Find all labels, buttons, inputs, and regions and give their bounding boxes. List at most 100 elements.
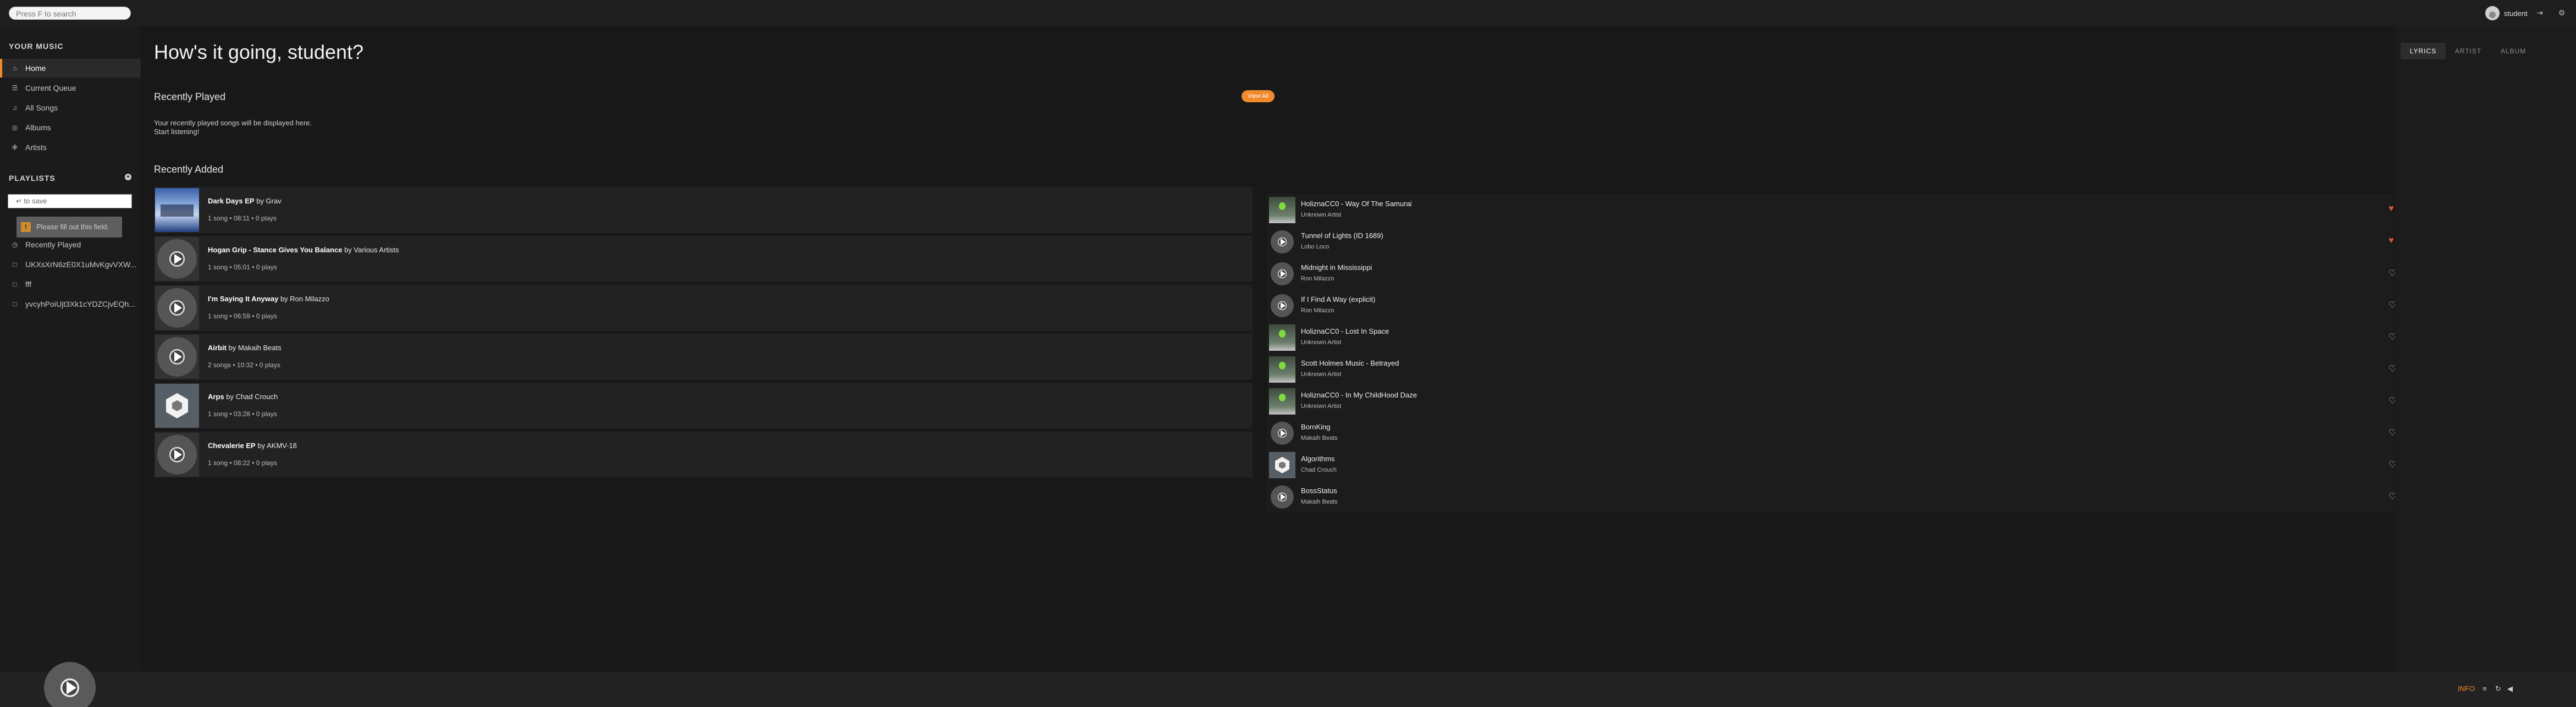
by-label: by — [256, 197, 264, 205]
volume-icon[interactable]: ◀ — [2507, 684, 2513, 693]
album-meta: 1 song • 06:59 • 0 plays — [208, 312, 277, 320]
clock-icon: ◷ — [12, 241, 18, 248]
playlist-item[interactable]: □ yvcyhPoiUjt3Xk1cYDZCjvEQh... — [0, 295, 141, 313]
playlist-item[interactable]: □ fff — [0, 275, 141, 294]
album-cover[interactable] — [155, 237, 199, 281]
sidebar-item-label: Albums — [25, 123, 51, 132]
album-name[interactable]: Hogan Grip - Stance Gives You Balance — [208, 246, 342, 254]
album-name[interactable]: Airbit — [208, 344, 227, 352]
disc-icon — [157, 435, 197, 474]
queue-icon: ☰ — [12, 84, 18, 92]
song-item[interactable]: BossStatus Makaih Beats ♡ — [1267, 481, 2396, 513]
playlist-item[interactable]: □ UKXsXrN6zE0X1uMvKgvVXW... — [0, 255, 141, 274]
album-card[interactable]: Chevalerie EP by AKMV-18 1 song • 08:22 … — [154, 432, 1253, 478]
album-cover[interactable] — [155, 286, 199, 330]
home-icon: ⌂ — [13, 64, 17, 72]
by-label: by — [226, 393, 234, 401]
equalizer-icon[interactable]: ≡ — [2483, 684, 2487, 693]
song-item[interactable]: HoliznaCC0 - Lost In Space Unknown Artis… — [1267, 322, 2396, 354]
song-item[interactable]: If I Find A Way (explicit) Ron Milazzo ♡ — [1267, 290, 2396, 322]
song-artist[interactable]: Ron Milazzo — [1301, 275, 1334, 282]
song-artist[interactable]: Makaih Beats — [1301, 499, 1338, 505]
album-card[interactable]: Hogan Grip - Stance Gives You Balance by… — [154, 236, 1253, 282]
add-playlist-button[interactable]: + — [125, 174, 131, 180]
song-artist[interactable]: Unknown Artist — [1301, 212, 1341, 218]
heart-icon[interactable]: ♥ — [2389, 236, 2394, 246]
song-title: HoliznaCC0 - Lost In Space — [1301, 327, 1389, 335]
playlist-name-input[interactable]: ↵ to save — [8, 194, 132, 208]
avatar[interactable] — [2485, 6, 2500, 20]
search-input[interactable]: Press F to search — [9, 7, 131, 20]
heart-icon[interactable]: ♥ — [2389, 204, 2394, 214]
album-artist[interactable]: Various Artists — [354, 246, 399, 254]
album-card[interactable]: Arps by Chad Crouch 1 song • 03:28 • 0 p… — [154, 383, 1253, 429]
playlist-item-recently-played[interactable]: ◷ Recently Played — [0, 235, 141, 254]
sidebar-item-albums[interactable]: ◎ Albums — [0, 118, 141, 137]
album-meta: 1 song • 05:01 • 0 plays — [208, 263, 277, 271]
song-item[interactable]: Midnight in Mississippi Ron Milazzo ♡ — [1267, 258, 2396, 290]
song-title: Tunnel of Lights (ID 1689) — [1301, 231, 1383, 240]
login-icon[interactable]: ⇥ — [2535, 8, 2545, 18]
sidebar-item-label: Home — [25, 64, 46, 73]
album-card[interactable]: Dark Days EP by Grav 1 song • 08:11 • 0 … — [154, 187, 1253, 233]
album-artist[interactable]: AKMV-18 — [267, 441, 297, 450]
song-thumbnail — [1269, 292, 1295, 319]
song-title: Algorithms — [1301, 455, 1335, 463]
playlist-item-label: Recently Played — [25, 240, 81, 249]
player-bar — [0, 672, 2576, 707]
recently-played-title: Recently Played — [154, 91, 226, 102]
album-name[interactable]: I'm Saying It Anyway — [208, 295, 278, 303]
song-item[interactable]: BornKing Makaih Beats ♡ — [1267, 417, 2396, 449]
song-item[interactable]: Tunnel of Lights (ID 1689) Lobo Loco ♥ — [1267, 226, 2394, 258]
song-item[interactable]: HoliznaCC0 - In My ChildHood Daze Unknow… — [1267, 385, 2396, 417]
by-label: by — [344, 246, 352, 254]
validation-message: Please fill out this field. — [36, 223, 109, 231]
song-item[interactable]: Algorithms Chad Crouch ♡ — [1267, 449, 2396, 481]
song-artist[interactable]: Chad Crouch — [1301, 467, 1337, 473]
sidebar-item-artists[interactable]: ✙ Artists — [0, 138, 141, 157]
warning-icon: ! — [21, 222, 31, 232]
tab-artist[interactable]: ARTIST — [2446, 43, 2491, 59]
sidebar-item-all-songs[interactable]: ♫ All Songs — [0, 98, 141, 117]
album-artist[interactable]: Chad Crouch — [236, 393, 278, 401]
album-artist[interactable]: Ron Milazzo — [290, 295, 329, 303]
album-name[interactable]: Dark Days EP — [208, 197, 255, 205]
playlist-item-label: fff — [25, 280, 32, 289]
sidebar-item-current-queue[interactable]: ☰ Current Queue — [0, 79, 141, 97]
song-artist[interactable]: Unknown Artist — [1301, 371, 1341, 378]
album-artist[interactable]: Makaih Beats — [238, 344, 282, 352]
album-name[interactable]: Arps — [208, 393, 224, 401]
song-item[interactable]: Scott Holmes Music - Betrayed Unknown Ar… — [1267, 354, 2396, 385]
song-title: Midnight in Mississippi — [1301, 263, 1372, 272]
album-card[interactable]: Airbit by Makaih Beats 2 songs • 10:32 •… — [154, 334, 1253, 380]
album-cover[interactable] — [155, 433, 199, 477]
song-title: HoliznaCC0 - In My ChildHood Daze — [1301, 391, 1417, 399]
album-cover[interactable] — [155, 384, 199, 428]
song-artist[interactable]: Makaih Beats — [1301, 435, 1338, 441]
username: student — [2504, 9, 2528, 18]
tab-album[interactable]: ALBUM — [2491, 43, 2536, 59]
song-thumbnail — [1269, 197, 1295, 223]
song-artist[interactable]: Unknown Artist — [1301, 403, 1341, 410]
user-menu[interactable]: student — [2485, 5, 2528, 21]
song-thumbnail — [1269, 356, 1295, 383]
album-title-line: Arps by Chad Crouch — [208, 393, 278, 401]
hexagon-icon — [155, 384, 199, 428]
view-all-button[interactable]: View All — [1242, 90, 1275, 102]
album-card[interactable]: I'm Saying It Anyway by Ron Milazzo 1 so… — [154, 285, 1253, 331]
album-cover[interactable] — [155, 335, 199, 379]
tab-lyrics[interactable]: LYRICS — [2401, 43, 2446, 59]
song-artist[interactable]: Lobo Loco — [1301, 244, 1329, 250]
song-item[interactable]: HoliznaCC0 - Way Of The Samurai Unknown … — [1267, 194, 2394, 226]
settings-icon[interactable]: ⚙ — [2557, 8, 2567, 18]
album-title-line: Chevalerie EP by AKMV-18 — [208, 441, 297, 450]
repeat-icon[interactable]: ↻ — [2495, 684, 2501, 693]
sidebar-item-home[interactable]: ⌂ Home — [0, 59, 141, 78]
song-artist[interactable]: Unknown Artist — [1301, 339, 1341, 346]
album-artist[interactable]: Grav — [266, 197, 282, 205]
album-name[interactable]: Chevalerie EP — [208, 441, 256, 450]
album-cover[interactable] — [155, 188, 199, 232]
info-button[interactable]: INFO — [2458, 684, 2475, 693]
song-artist[interactable]: Ron Milazzo — [1301, 307, 1334, 314]
song-thumbnail — [1269, 388, 1295, 415]
